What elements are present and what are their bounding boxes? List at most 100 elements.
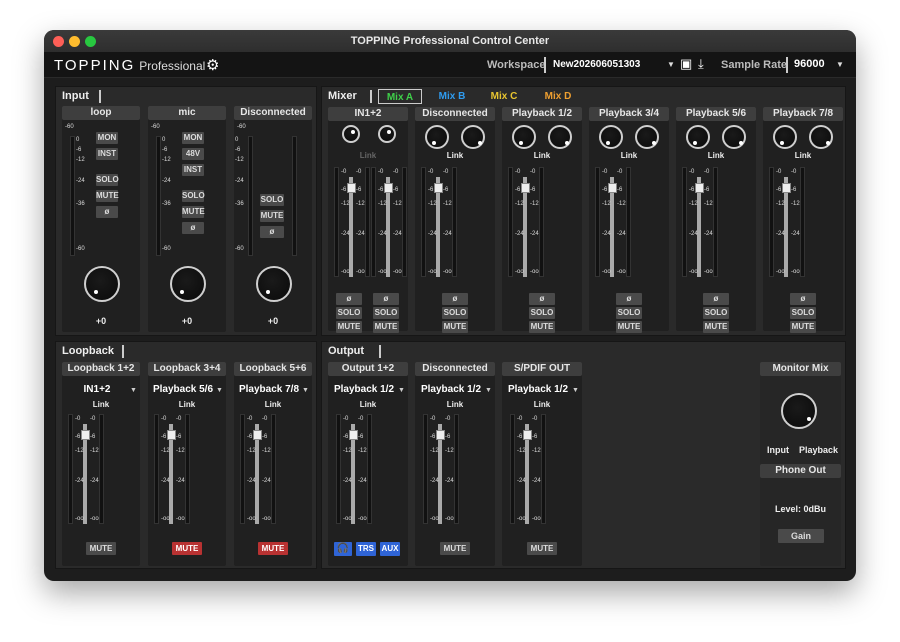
tab-mix-d[interactable]: Mix D: [538, 89, 578, 104]
link-label[interactable]: Link: [328, 151, 408, 160]
phase-button[interactable]: ø: [373, 293, 399, 305]
link-label[interactable]: Link: [763, 151, 843, 160]
input-button[interactable]: MON: [182, 132, 204, 144]
aux-button[interactable]: AUX: [380, 542, 400, 556]
chevron-down-icon[interactable]: ▼: [398, 387, 405, 394]
chevron-down-icon[interactable]: ▼: [130, 387, 137, 394]
input-button[interactable]: ø: [96, 206, 118, 218]
output-source-select[interactable]: Playback 1/2: [502, 384, 574, 395]
input-gain-knob[interactable]: [84, 266, 120, 302]
mute-button[interactable]: MUTE: [336, 321, 362, 333]
tab-mix-c[interactable]: Mix C: [484, 89, 524, 104]
fader-thumb[interactable]: [349, 430, 358, 440]
pan-knob[interactable]: [635, 125, 659, 149]
loopback-source-select[interactable]: IN1+2: [62, 384, 132, 395]
input-button[interactable]: MUTE: [260, 210, 284, 222]
mute-button[interactable]: MUTE: [616, 321, 642, 333]
chevron-down-icon[interactable]: ▼: [302, 387, 309, 394]
fader-thumb[interactable]: [521, 183, 530, 193]
headphones-icon[interactable]: 🎧: [334, 542, 352, 556]
fader-thumb[interactable]: [347, 183, 356, 193]
save-icon[interactable]: ▣: [680, 56, 692, 72]
mute-button[interactable]: MUTE: [527, 542, 557, 555]
mute-button[interactable]: MUTE: [172, 542, 202, 555]
input-button[interactable]: MON: [96, 132, 118, 144]
input-button[interactable]: SOLO: [260, 194, 284, 206]
phase-button[interactable]: ø: [529, 293, 555, 305]
solo-button[interactable]: SOLO: [442, 307, 468, 319]
input-button[interactable]: INST: [96, 148, 118, 160]
monitor-mix-knob[interactable]: [781, 393, 817, 429]
pan-knob[interactable]: [773, 125, 797, 149]
link-label[interactable]: Link: [415, 151, 495, 160]
tab-mix-b[interactable]: Mix B: [432, 89, 472, 104]
fader-thumb[interactable]: [608, 183, 617, 193]
mute-button[interactable]: MUTE: [86, 542, 116, 555]
link-label[interactable]: Link: [148, 400, 226, 409]
pan-knob[interactable]: [722, 125, 746, 149]
mute-button[interactable]: MUTE: [529, 321, 555, 333]
fader-thumb[interactable]: [384, 183, 393, 193]
gain-button[interactable]: Gain: [778, 529, 824, 543]
fader-thumb[interactable]: [695, 183, 704, 193]
mute-button[interactable]: MUTE: [703, 321, 729, 333]
solo-button[interactable]: SOLO: [529, 307, 555, 319]
phase-button[interactable]: ø: [336, 293, 362, 305]
input-gain-knob[interactable]: [256, 266, 292, 302]
pan-knob[interactable]: [461, 125, 485, 149]
solo-button[interactable]: SOLO: [703, 307, 729, 319]
fader-thumb[interactable]: [434, 183, 443, 193]
link-label[interactable]: Link: [328, 400, 408, 409]
phase-button[interactable]: ø: [442, 293, 468, 305]
chevron-down-icon[interactable]: ▼: [572, 387, 579, 394]
sample-rate-select[interactable]: 96000: [794, 58, 825, 70]
pan-knob[interactable]: [809, 125, 833, 149]
input-button[interactable]: ø: [260, 226, 284, 238]
chevron-down-icon[interactable]: ▼: [485, 387, 492, 394]
gear-icon[interactable]: ⚙: [206, 56, 219, 74]
link-label[interactable]: Link: [676, 151, 756, 160]
fader-thumb[interactable]: [253, 430, 262, 440]
fader-thumb[interactable]: [782, 183, 791, 193]
loopback-source-select[interactable]: Playback 5/6: [148, 384, 218, 395]
tab-mix-a[interactable]: Mix A: [378, 89, 422, 104]
link-label[interactable]: Link: [502, 151, 582, 160]
input-button[interactable]: 48V: [182, 148, 204, 160]
chevron-down-icon[interactable]: ▼: [836, 60, 844, 69]
phase-button[interactable]: ø: [616, 293, 642, 305]
phase-button[interactable]: ø: [703, 293, 729, 305]
input-button[interactable]: ø: [182, 222, 204, 234]
solo-button[interactable]: SOLO: [336, 307, 362, 319]
download-icon[interactable]: ⤓: [698, 56, 704, 72]
workspace-select[interactable]: New202606051303: [553, 59, 640, 70]
link-label[interactable]: Link: [589, 151, 669, 160]
fader-thumb[interactable]: [81, 430, 90, 440]
pan-knob[interactable]: [342, 125, 360, 143]
mute-button[interactable]: MUTE: [790, 321, 816, 333]
fader-thumb[interactable]: [167, 430, 176, 440]
zoom-window-button[interactable]: [85, 36, 96, 47]
loopback-source-select[interactable]: Playback 7/8: [234, 384, 304, 395]
output-source-select[interactable]: Playback 1/2: [415, 384, 487, 395]
pan-knob[interactable]: [548, 125, 572, 149]
input-button[interactable]: SOLO: [96, 174, 119, 186]
pan-knob[interactable]: [512, 125, 536, 149]
link-label[interactable]: Link: [502, 400, 582, 409]
mute-button[interactable]: MUTE: [373, 321, 399, 333]
chevron-down-icon[interactable]: ▼: [667, 60, 675, 69]
fader-thumb[interactable]: [436, 430, 445, 440]
mute-button[interactable]: MUTE: [258, 542, 288, 555]
link-label[interactable]: Link: [234, 400, 312, 409]
trs-button[interactable]: TRS: [356, 542, 376, 556]
phase-button[interactable]: ø: [790, 293, 816, 305]
pan-knob[interactable]: [599, 125, 623, 149]
solo-button[interactable]: SOLO: [790, 307, 816, 319]
fader-thumb[interactable]: [523, 430, 532, 440]
pan-knob[interactable]: [378, 125, 396, 143]
link-label[interactable]: Link: [62, 400, 140, 409]
link-label[interactable]: Link: [415, 400, 495, 409]
solo-button[interactable]: SOLO: [616, 307, 642, 319]
mute-button[interactable]: MUTE: [440, 542, 470, 555]
solo-button[interactable]: SOLO: [373, 307, 399, 319]
minimize-window-button[interactable]: [69, 36, 80, 47]
